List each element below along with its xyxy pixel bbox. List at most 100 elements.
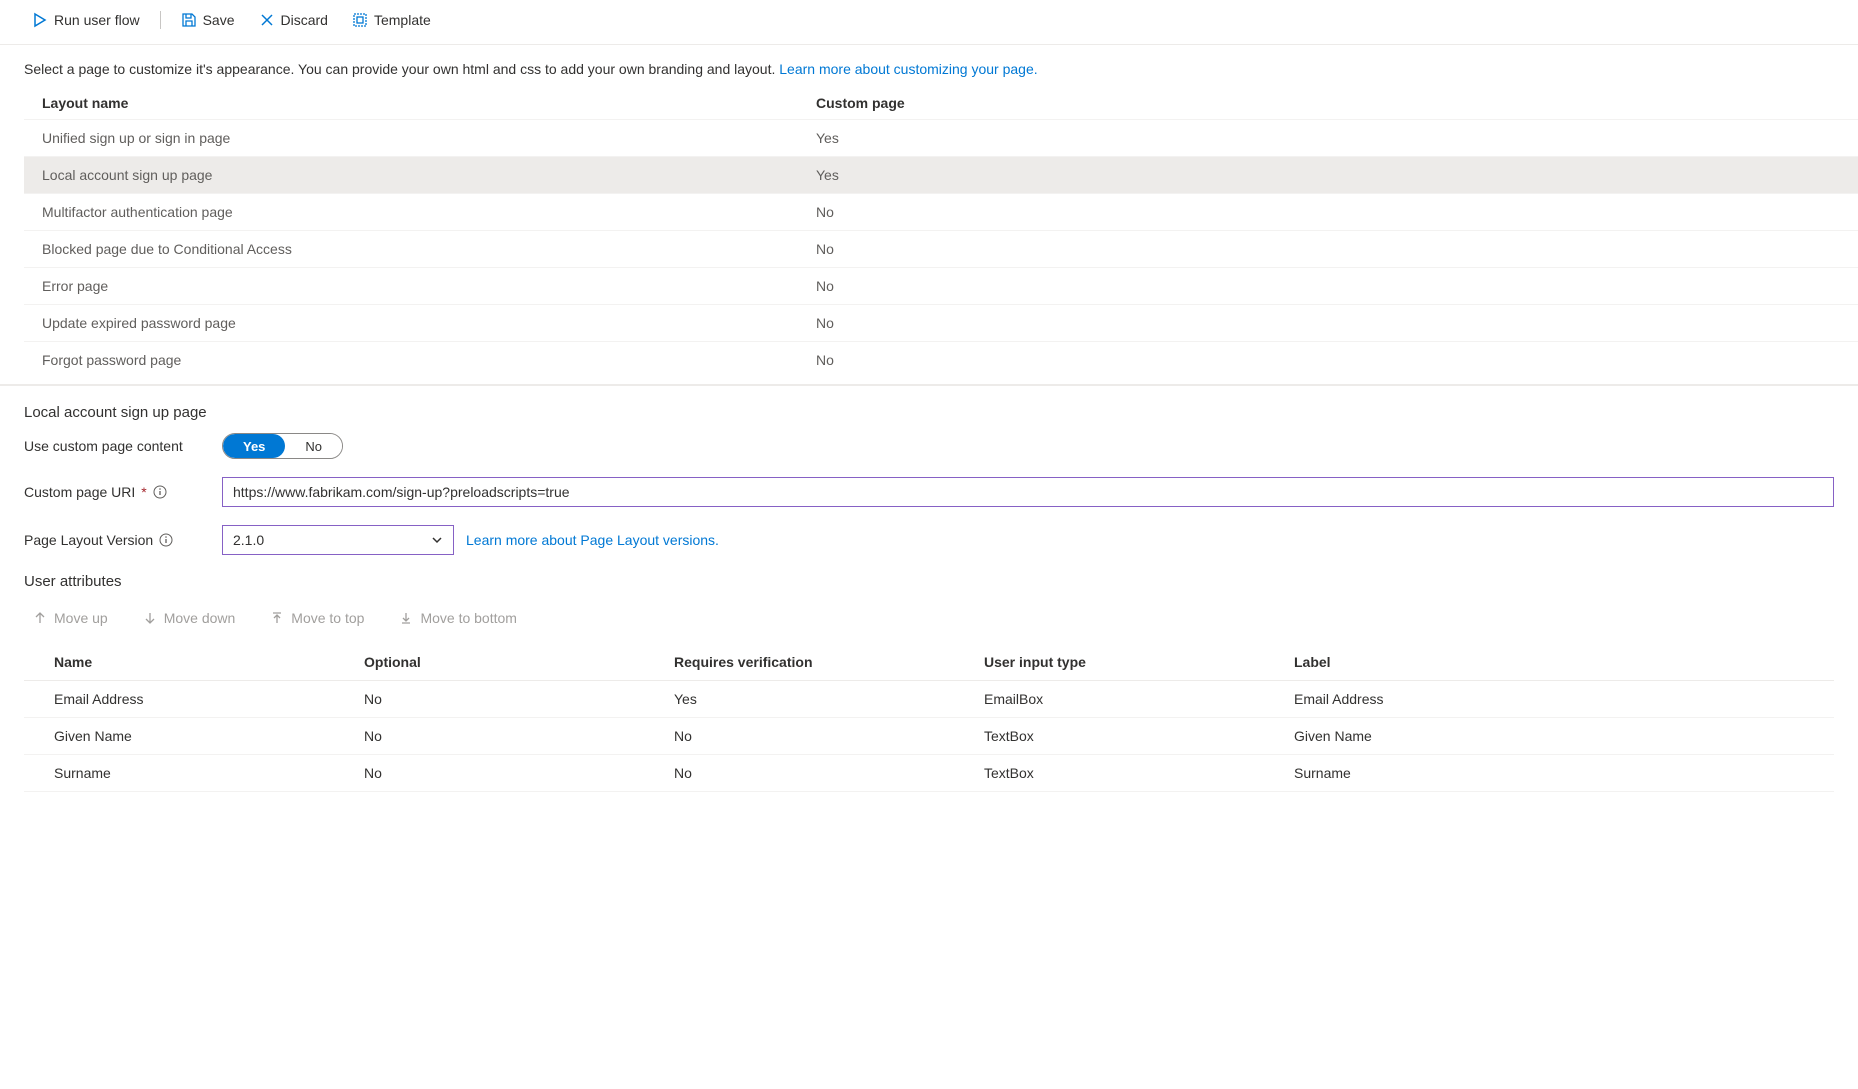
- layouts-header-custom: Custom page: [798, 87, 1858, 120]
- arrow-down-icon: [142, 610, 158, 626]
- use-custom-row: Use custom page content Yes No: [24, 433, 1834, 459]
- move-to-bottom-label: Move to bottom: [420, 610, 517, 626]
- template-icon: [352, 12, 368, 28]
- attrs-header-name: Name: [24, 644, 334, 681]
- layouts-table: Layout name Custom page Unified sign up …: [24, 87, 1858, 378]
- layout-name-cell: Local account sign up page: [24, 157, 798, 194]
- attr-optional-cell: No: [334, 681, 644, 718]
- attrs-header-optional: Optional: [334, 644, 644, 681]
- command-bar: Run user flow Save Discard Template: [0, 0, 1858, 45]
- attrs-header-input: User input type: [954, 644, 1264, 681]
- toggle-no[interactable]: No: [285, 434, 342, 458]
- save-button[interactable]: Save: [173, 8, 243, 32]
- arrow-top-icon: [269, 610, 285, 626]
- page-layout-version-select[interactable]: 2.1.0: [222, 525, 454, 555]
- custom-uri-row: Custom page URI *: [24, 477, 1834, 507]
- page-description: Select a page to customize it's appearan…: [0, 45, 1858, 87]
- layout-custom-cell: No: [798, 342, 1858, 379]
- table-row[interactable]: Error pageNo: [24, 268, 1858, 305]
- toolbar-divider: [160, 11, 161, 29]
- table-row[interactable]: Blocked page due to Conditional AccessNo: [24, 231, 1858, 268]
- run-user-flow-label: Run user flow: [54, 12, 140, 28]
- custom-uri-label-text: Custom page URI: [24, 484, 135, 500]
- table-row[interactable]: Multifactor authentication pageNo: [24, 194, 1858, 231]
- layout-custom-cell: No: [798, 268, 1858, 305]
- attr-name-cell: Given Name: [24, 718, 334, 755]
- attr-name-cell: Surname: [24, 755, 334, 792]
- attr-verify-cell: Yes: [644, 681, 954, 718]
- use-custom-toggle[interactable]: Yes No: [222, 433, 343, 459]
- custom-uri-input[interactable]: [222, 477, 1834, 507]
- run-user-flow-button[interactable]: Run user flow: [24, 8, 148, 32]
- move-down-label: Move down: [164, 610, 236, 626]
- move-to-top-button: Move to top: [261, 606, 372, 630]
- layout-custom-cell: Yes: [798, 120, 1858, 157]
- page-layout-version-row: Page Layout Version 2.1.0 Learn more abo…: [24, 525, 1834, 555]
- move-to-top-label: Move to top: [291, 610, 364, 626]
- layout-name-cell: Forgot password page: [24, 342, 798, 379]
- page-layout-version-label: Page Layout Version: [24, 532, 210, 548]
- user-attributes-heading: User attributes: [24, 573, 1834, 590]
- template-label: Template: [374, 12, 431, 28]
- close-icon: [259, 12, 275, 28]
- learn-more-link[interactable]: Learn more about customizing your page.: [779, 61, 1037, 77]
- info-icon[interactable]: [153, 485, 167, 499]
- user-attributes-table: Name Optional Requires verification User…: [24, 644, 1834, 792]
- layout-name-cell: Blocked page due to Conditional Access: [24, 231, 798, 268]
- attrs-header-verify: Requires verification: [644, 644, 954, 681]
- table-row[interactable]: Forgot password pageNo: [24, 342, 1858, 379]
- attr-verify-cell: No: [644, 718, 954, 755]
- attr-label-cell: Surname: [1264, 755, 1834, 792]
- chevron-down-icon: [431, 534, 443, 546]
- move-down-button: Move down: [134, 606, 244, 630]
- arrow-bottom-icon: [398, 610, 414, 626]
- table-row[interactable]: Local account sign up pageYes: [24, 157, 1858, 194]
- detail-title: Local account sign up page: [24, 404, 1834, 421]
- layout-name-cell: Unified sign up or sign in page: [24, 120, 798, 157]
- play-icon: [32, 12, 48, 28]
- layout-custom-cell: No: [798, 194, 1858, 231]
- attr-input-cell: TextBox: [954, 755, 1264, 792]
- attr-optional-cell: No: [334, 718, 644, 755]
- save-icon: [181, 12, 197, 28]
- table-row[interactable]: Given NameNoNoTextBoxGiven Name: [24, 718, 1834, 755]
- table-row[interactable]: Update expired password pageNo: [24, 305, 1858, 342]
- layouts-header-name: Layout name: [24, 87, 798, 120]
- attr-input-cell: EmailBox: [954, 681, 1264, 718]
- layout-custom-cell: No: [798, 305, 1858, 342]
- description-text: Select a page to customize it's appearan…: [24, 61, 779, 77]
- layout-detail: Local account sign up page Use custom pa…: [0, 386, 1858, 810]
- arrow-up-icon: [32, 610, 48, 626]
- layout-name-cell: Error page: [24, 268, 798, 305]
- page-layout-versions-link[interactable]: Learn more about Page Layout versions.: [466, 532, 719, 548]
- page-layout-version-label-text: Page Layout Version: [24, 532, 153, 548]
- layout-custom-cell: No: [798, 231, 1858, 268]
- table-row[interactable]: Email AddressNoYesEmailBoxEmail Address: [24, 681, 1834, 718]
- attr-optional-cell: No: [334, 755, 644, 792]
- use-custom-label: Use custom page content: [24, 438, 210, 454]
- move-to-bottom-button: Move to bottom: [390, 606, 525, 630]
- discard-button[interactable]: Discard: [251, 8, 336, 32]
- template-button[interactable]: Template: [344, 8, 439, 32]
- table-row[interactable]: Unified sign up or sign in pageYes: [24, 120, 1858, 157]
- user-attributes-toolbar: Move up Move down Move to top Move to bo…: [24, 602, 1834, 644]
- table-row[interactable]: SurnameNoNoTextBoxSurname: [24, 755, 1834, 792]
- layout-custom-cell: Yes: [798, 157, 1858, 194]
- attr-verify-cell: No: [644, 755, 954, 792]
- attr-input-cell: TextBox: [954, 718, 1264, 755]
- attrs-header-label: Label: [1264, 644, 1834, 681]
- move-up-button: Move up: [24, 606, 116, 630]
- layout-name-cell: Multifactor authentication page: [24, 194, 798, 231]
- attr-label-cell: Email Address: [1264, 681, 1834, 718]
- custom-uri-label: Custom page URI *: [24, 484, 210, 500]
- layout-name-cell: Update expired password page: [24, 305, 798, 342]
- page-layout-version-value: 2.1.0: [233, 532, 264, 548]
- info-icon[interactable]: [159, 533, 173, 547]
- toggle-yes[interactable]: Yes: [223, 434, 285, 458]
- attr-name-cell: Email Address: [24, 681, 334, 718]
- attr-label-cell: Given Name: [1264, 718, 1834, 755]
- move-up-label: Move up: [54, 610, 108, 626]
- required-asterisk: *: [141, 484, 146, 500]
- save-label: Save: [203, 12, 235, 28]
- discard-label: Discard: [281, 12, 328, 28]
